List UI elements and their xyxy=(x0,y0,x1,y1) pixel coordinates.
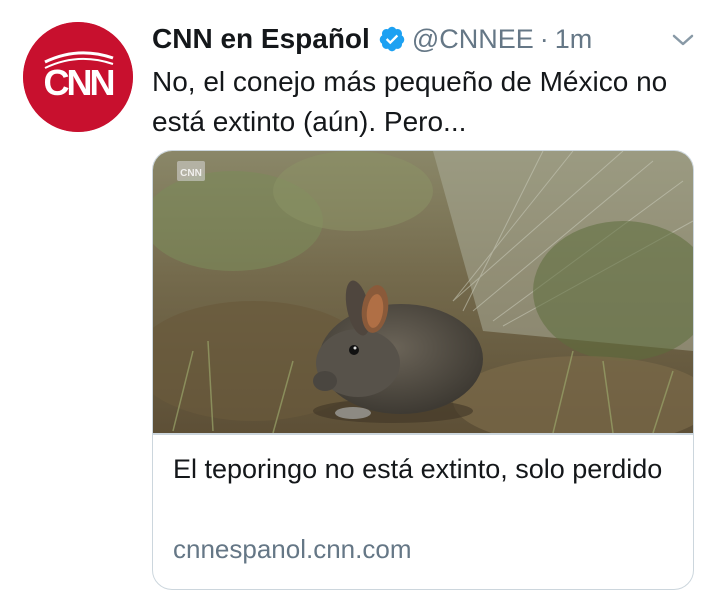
cnn-logo-icon: CNN xyxy=(23,22,133,132)
avatar-logo-text: CNN xyxy=(44,62,114,103)
timestamp[interactable]: 1m xyxy=(555,24,593,55)
cnn-watermark: CNN xyxy=(180,168,202,179)
user-handle[interactable]: @CNNEE xyxy=(412,24,534,55)
card-image[interactable]: CNN xyxy=(153,151,693,433)
display-name[interactable]: CNN en Español xyxy=(152,23,370,55)
card-title[interactable]: El teporingo no está extinto, solo perdi… xyxy=(173,451,673,488)
separator-dot: · xyxy=(539,23,549,54)
tweet-text: No, el conejo más pequeño de México no e… xyxy=(152,66,668,137)
rabbit-photo: CNN xyxy=(153,151,693,433)
tweet[interactable]: CNN CNN en Español @CNNEE · 1m No, el co… xyxy=(0,0,720,590)
chevron-down-icon[interactable] xyxy=(670,30,696,50)
verified-badge-icon xyxy=(378,25,406,53)
card-domain[interactable]: cnnespanol.cnn.com xyxy=(173,534,411,565)
tweet-header: CNN en Español @CNNEE · 1m xyxy=(152,18,696,60)
avatar[interactable]: CNN xyxy=(23,22,133,132)
card-divider xyxy=(153,433,693,435)
link-card[interactable]: CNN El teporingo no está extinto, solo p… xyxy=(152,150,694,590)
